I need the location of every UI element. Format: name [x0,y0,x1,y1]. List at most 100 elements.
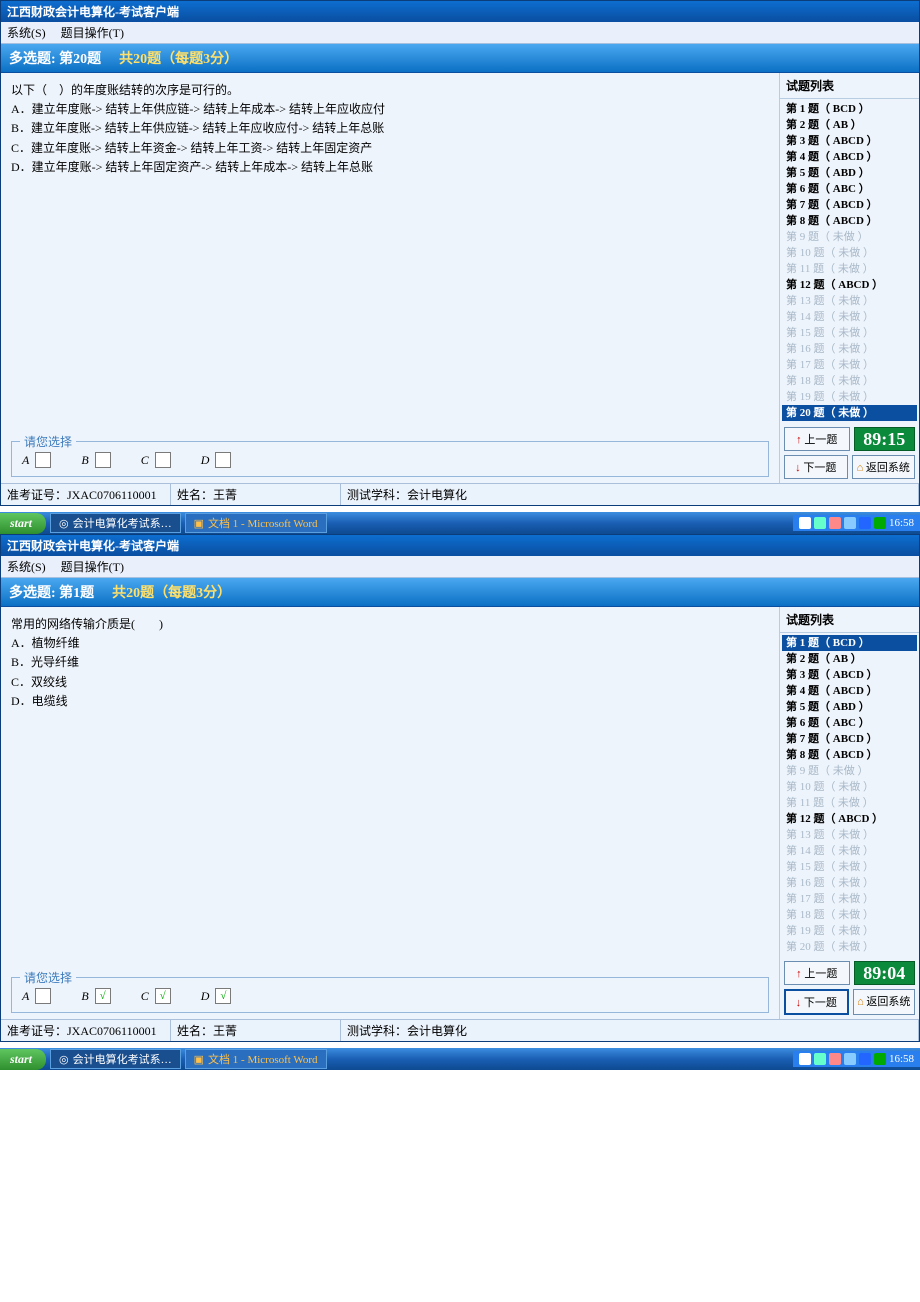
menu-operate[interactable]: 题目操作(T) [61,560,124,574]
question-header: 多选题: 第1题 共20题（每题3分） [1,578,919,607]
qlist-item[interactable]: 第 4 题（ ABCD ） [782,149,917,165]
qlist-item[interactable]: 第 7 题（ ABCD ） [782,731,917,747]
choice-a[interactable]: A [22,988,51,1004]
start-button[interactable]: start [0,1049,46,1070]
taskbar-task-word[interactable]: ▣文档 1 - Microsoft Word [185,1049,327,1069]
qlist-item[interactable]: 第 9 题（ 未做 ） [782,763,917,779]
qlist-item[interactable]: 第 6 题（ ABC ） [782,181,917,197]
word-icon: ▣ [194,517,204,530]
qlist-item[interactable]: 第 20 题（ 未做 ） [782,939,917,955]
exit-button[interactable]: ⌂ 返回系统 [853,989,916,1015]
qlist-item[interactable]: 第 18 题（ 未做 ） [782,907,917,923]
checkbox-a[interactable] [35,988,51,1004]
arrow-down-icon: ↓ [795,462,801,474]
qlist-item[interactable]: 第 3 题（ ABCD ） [782,133,917,149]
qlist-item[interactable]: 第 13 题（ 未做 ） [782,827,917,843]
home-icon: ⌂ [857,996,864,1008]
qlist-item[interactable]: 第 12 题（ ABCD ） [782,811,917,827]
qlist-item[interactable]: 第 1 题（ BCD ） [782,635,917,651]
checkbox-a[interactable] [35,452,51,468]
choice-c[interactable]: C [141,452,171,468]
qlist-item[interactable]: 第 8 题（ ABCD ） [782,747,917,763]
qlist-item[interactable]: 第 18 题（ 未做 ） [782,373,917,389]
next-button[interactable]: ↓ 下一题 [784,989,849,1015]
arrow-up-icon: ↑ [796,434,802,446]
choice-b[interactable]: B √ [81,988,110,1004]
qlist-item[interactable]: 第 8 题（ ABCD ） [782,213,917,229]
system-tray[interactable]: 16:58 [793,515,920,531]
qlist-item[interactable]: 第 3 题（ ABCD ） [782,667,917,683]
qlist-item[interactable]: 第 14 题（ 未做 ） [782,843,917,859]
qlist-item[interactable]: 第 16 题（ 未做 ） [782,875,917,891]
qlist-item[interactable]: 第 12 题（ ABCD ） [782,277,917,293]
choice-legend: 请您选择 [20,969,76,986]
menu-system[interactable]: 系统(S) [7,560,46,574]
qlist-item[interactable]: 第 19 题（ 未做 ） [782,389,917,405]
qlist-item[interactable]: 第 16 题（ 未做 ） [782,341,917,357]
choice-b[interactable]: B [81,452,110,468]
qlist-item[interactable]: 第 10 题（ 未做 ） [782,245,917,261]
option-a: A．植物纤维 [11,634,769,653]
status-id: 准考证号：JXAC0706110001 [1,484,171,505]
qlist-item[interactable]: 第 15 题（ 未做 ） [782,859,917,875]
qtotal: 共20题（每题3分） [112,582,231,602]
choice-c[interactable]: C √ [141,988,171,1004]
prev-button[interactable]: ↑ 上一题 [784,961,850,985]
qlist-item[interactable]: 第 5 题（ ABD ） [782,165,917,181]
qlist-item[interactable]: 第 13 题（ 未做 ） [782,293,917,309]
checkbox-b[interactable] [95,452,111,468]
qlist-item[interactable]: 第 17 题（ 未做 ） [782,891,917,907]
tray-icon [814,517,826,529]
qlist-item[interactable]: 第 2 题（ AB ） [782,651,917,667]
menu-bar: 系统(S) 题目操作(T) [1,22,919,44]
qlist-item[interactable]: 第 7 题（ ABCD ） [782,197,917,213]
menu-operate[interactable]: 题目操作(T) [61,26,124,40]
question-list[interactable]: 第 1 题（ BCD ）第 2 题（ AB ）第 3 题（ ABCD ）第 4 … [780,633,919,957]
qlist-item[interactable]: 第 6 题（ ABC ） [782,715,917,731]
qlist-item[interactable]: 第 10 题（ 未做 ） [782,779,917,795]
start-button[interactable]: start [0,513,46,534]
qlist-item[interactable]: 第 1 题（ BCD ） [782,101,917,117]
choice-d[interactable]: D √ [201,988,232,1004]
qlist-item[interactable]: 第 17 题（ 未做 ） [782,357,917,373]
choice-d-label: D [201,453,210,468]
checkbox-d[interactable] [215,452,231,468]
menu-system[interactable]: 系统(S) [7,26,46,40]
prev-button[interactable]: ↑ 上一题 [784,427,850,451]
qlist-item[interactable]: 第 11 题（ 未做 ） [782,261,917,277]
qlist-item[interactable]: 第 14 题（ 未做 ） [782,309,917,325]
window-title: 江西财政会计电算化-考试客户端 [1,535,919,556]
checkbox-c[interactable]: √ [155,988,171,1004]
qtype: 多选题: 第1题 [9,582,94,602]
choice-a[interactable]: A [22,452,51,468]
choice-d[interactable]: D [201,452,232,468]
next-button[interactable]: ↓ 下一题 [784,455,848,479]
question-list[interactable]: 第 1 题（ BCD ）第 2 题（ AB ）第 3 题（ ABCD ）第 4 … [780,99,919,423]
qlist-item[interactable]: 第 19 题（ 未做 ） [782,923,917,939]
checkbox-d[interactable]: √ [215,988,231,1004]
status-name: 姓名：王菁 [171,484,341,505]
checkbox-c[interactable] [155,452,171,468]
tray-icon [799,1053,811,1065]
choice-d-label: D [201,989,210,1004]
menu-bar: 系统(S) 题目操作(T) [1,556,919,578]
taskbar-task-exam[interactable]: ◎会计电算化考试系… [50,513,181,533]
qlist-item[interactable]: 第 20 题（ 未做 ） [782,405,917,421]
question-header: 多选题: 第20题 共20题（每题3分） [1,44,919,73]
tray-icon [844,517,856,529]
qlist-item[interactable]: 第 5 题（ ABD ） [782,699,917,715]
qlist-item[interactable]: 第 15 题（ 未做 ） [782,325,917,341]
taskbar-task-exam[interactable]: ◎会计电算化考试系… [50,1049,181,1069]
arrow-up-icon: ↑ [796,968,802,980]
exit-button[interactable]: ⌂ 返回系统 [852,455,916,479]
system-tray[interactable]: 16:58 [793,1051,920,1067]
qlist-item[interactable]: 第 9 题（ 未做 ） [782,229,917,245]
checkbox-b[interactable]: √ [95,988,111,1004]
taskbar-task-word[interactable]: ▣文档 1 - Microsoft Word [185,513,327,533]
qlist-item[interactable]: 第 11 题（ 未做 ） [782,795,917,811]
tray-icon [829,517,841,529]
tray-icon [814,1053,826,1065]
option-d: D．建立年度账-> 结转上年固定资产-> 结转上年成本-> 结转上年总账 [11,158,769,177]
qlist-item[interactable]: 第 4 题（ ABCD ） [782,683,917,699]
qlist-item[interactable]: 第 2 题（ AB ） [782,117,917,133]
